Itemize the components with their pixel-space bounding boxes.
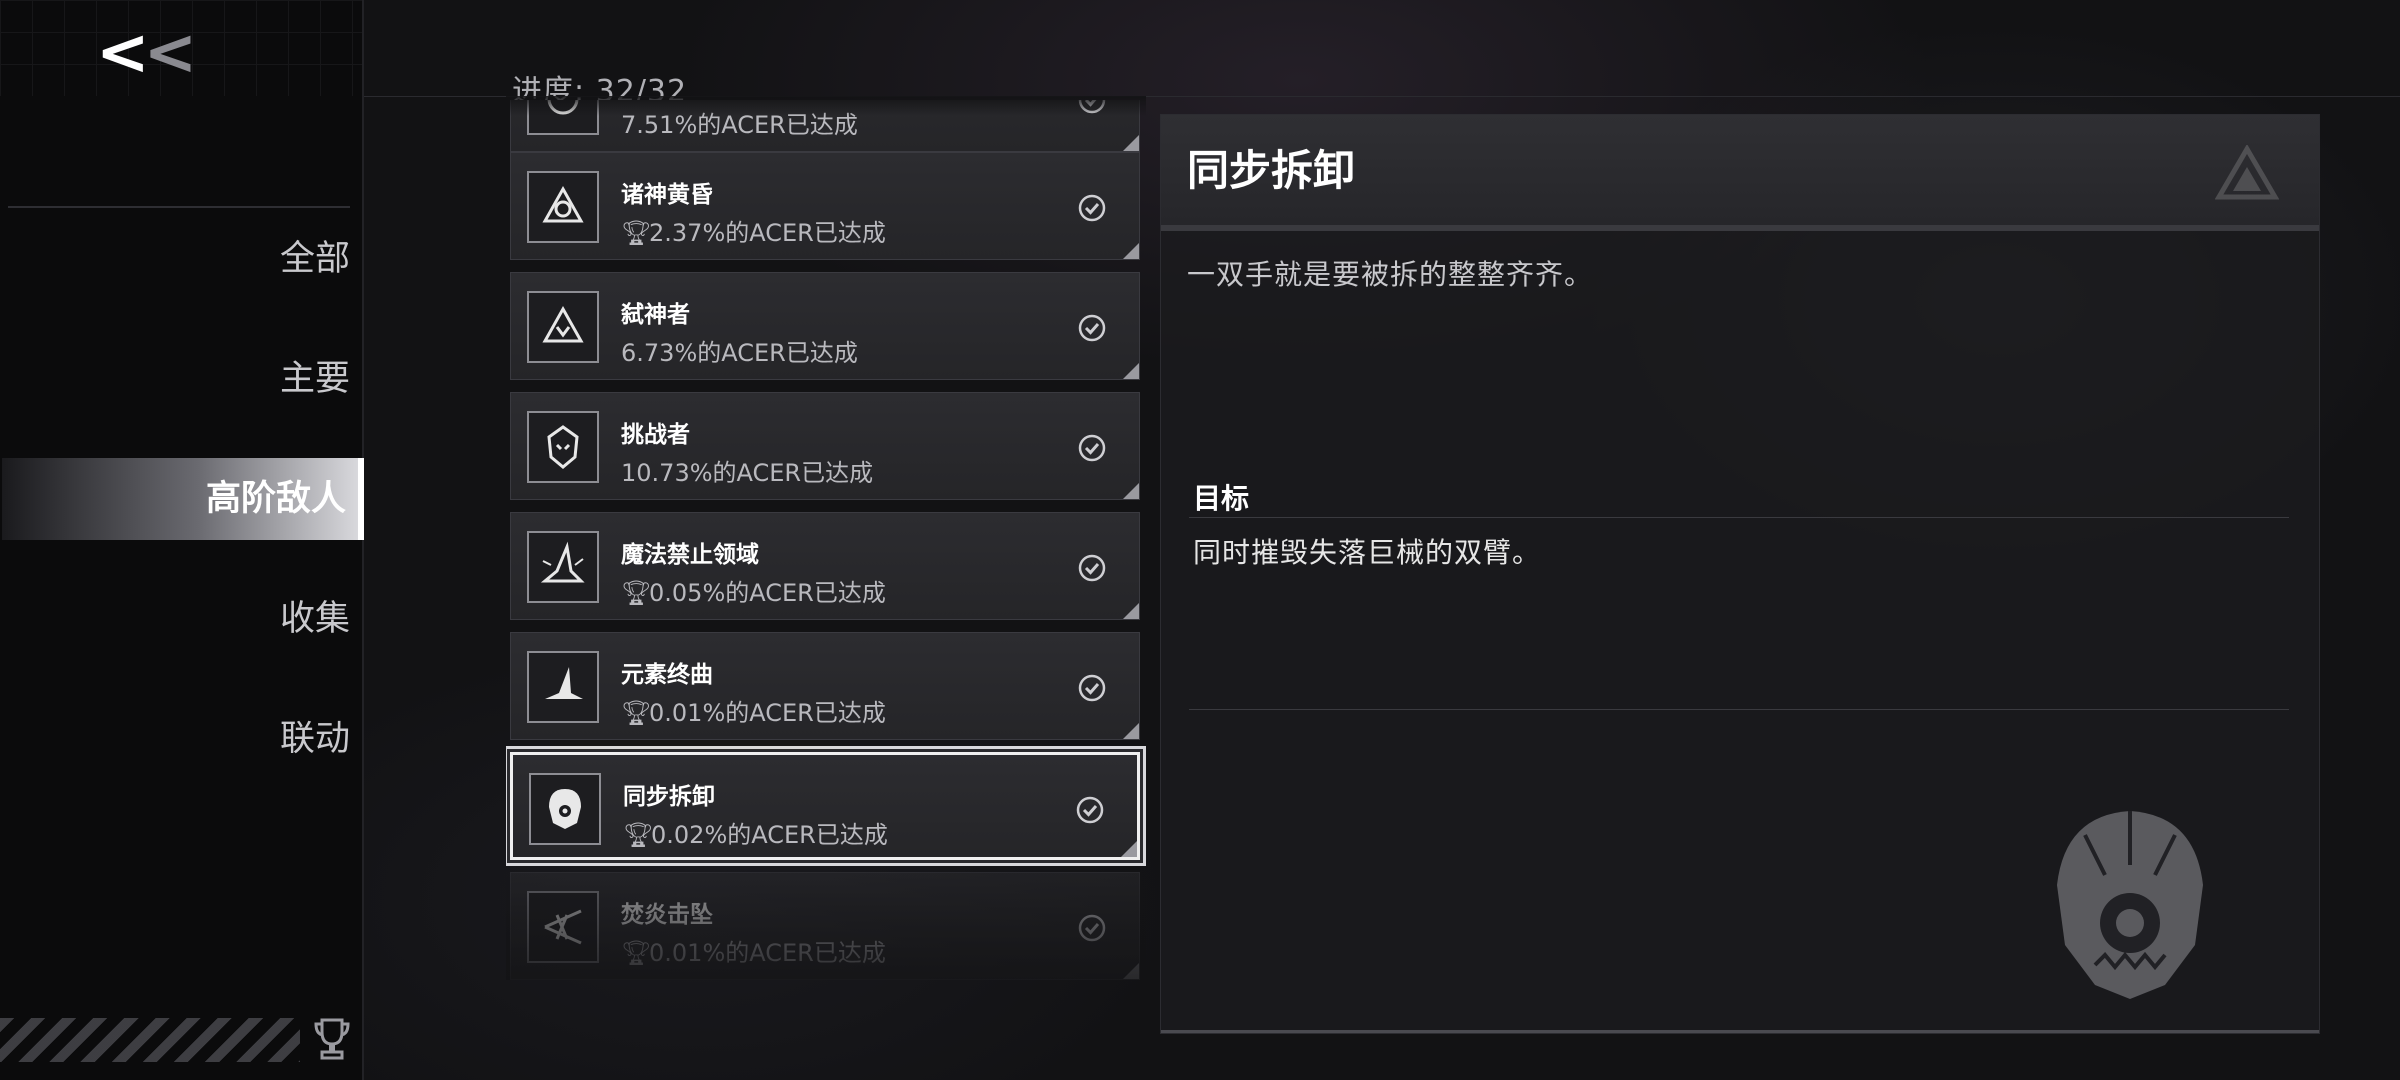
achievement-title: 挑战者 [621,422,690,448]
flame-emblem-icon [527,891,599,963]
achievement-percentage-text: 0.01%的ACER已达成 [649,939,886,967]
achievement-percentage: 🏆︎2.37%的ACER已达成 [621,213,886,248]
achievement-percentage-text: 2.37%的ACER已达成 [649,219,886,247]
sidebar-divider [8,206,350,208]
hatch-decoration [0,1018,300,1062]
sidebar: << 全部 主要 高阶敌人 收集 联动 [0,0,364,1080]
back-chevron-icon: < [96,16,150,90]
achievement-percentage: 🏆︎0.05%的ACER已达成 [621,573,886,608]
sidebar-item-main[interactable]: 主要 [0,338,362,420]
goal-divider [1189,517,2289,518]
sidebar-item-collection[interactable]: 收集 [0,578,362,660]
goal-label: 目标 [1193,482,1250,515]
achievement-percentage: 10.73%的ACER已达成 [621,459,874,487]
small-trophy-icon: 🏆︎ [621,939,652,967]
goal-bottom-divider [1189,709,2289,710]
achievement-title: 魔法禁止领域 [621,542,759,568]
mech-head-icon [529,773,601,845]
achievement-card-selected[interactable]: 同步拆卸 🏆︎0.02%的ACER已达成 [510,752,1140,860]
achievement-title: 焚炎击坠 [621,902,713,928]
check-icon [1078,314,1106,342]
card-corner-decoration [1123,243,1139,259]
small-trophy-icon: 🏆︎ [621,699,652,727]
detail-title: 同步拆卸 [1187,146,1356,195]
achievement-title: 弑神者 [621,302,690,328]
achievement-percentage: 🏆︎0.01%的ACER已达成 [621,933,886,968]
trophy-icon [314,1018,350,1060]
card-corner-decoration [1123,963,1139,979]
achievement-title: 诸神黄昏 [621,182,713,208]
achievement-list[interactable]: 7.51%的ACER已达成 诸神黄昏 🏆︎2.37%的ACER已达成 弑神者 6… [506,100,1146,980]
back-button[interactable]: << [96,16,198,90]
sidebar-item-all[interactable]: 全部 [0,218,362,300]
achievement-percentage-text: 0.01%的ACER已达成 [649,699,886,727]
mech-head-icon [2057,811,2203,999]
list-top-fade [506,96,1146,116]
logo-icon [2215,145,2279,200]
achievement-card[interactable]: 焚炎击坠 🏆︎0.01%的ACER已达成 [510,872,1140,980]
achievement-percentage: 6.73%的ACER已达成 [621,339,858,367]
witch-hat-icon [527,651,599,723]
achievement-title: 同步拆卸 [623,784,715,810]
card-corner-decoration [1123,135,1139,151]
card-corner-decoration [1123,363,1139,379]
achievement-title: 元素终曲 [621,662,713,688]
card-corner-decoration [1123,723,1139,739]
achievement-percentage: 🏆︎0.02%的ACER已达成 [623,815,888,850]
check-icon [1078,434,1106,462]
card-corner-decoration [1121,841,1137,857]
achievement-percentage-text: 0.02%的ACER已达成 [651,821,888,849]
check-icon [1078,194,1106,222]
back-chevron-secondary-icon: < [143,16,198,90]
detail-header: 同步拆卸 [1161,115,2319,231]
sidebar-item-elite-enemies[interactable]: 高阶敌人 [2,458,364,540]
detail-description: 一双手就是要被拆的整整齐齐。 [1187,258,1594,291]
check-icon [1078,554,1106,582]
small-trophy-icon: 🏆︎ [621,579,652,607]
check-icon [1078,914,1106,942]
achievement-card[interactable]: 魔法禁止领域 🏆︎0.05%的ACER已达成 [510,512,1140,620]
achievement-card[interactable]: 弑神者 6.73%的ACER已达成 [510,272,1140,380]
small-trophy-icon: 🏆︎ [623,821,654,849]
check-icon [1076,796,1104,824]
achievement-detail-panel: 同步拆卸 一双手就是要被拆的整整齐齐。 目标 同时摧毁失落巨械的双臂。 [1160,114,2320,1034]
triangle-emblem-icon [527,291,599,363]
card-corner-decoration [1123,483,1139,499]
triangle-emblem-icon [527,171,599,243]
goal-text: 同时摧毁失落巨械的双臂。 [1193,536,1542,569]
check-icon [1078,674,1106,702]
detail-bottom-bar [1161,1030,2319,1033]
small-trophy-icon: 🏆︎ [621,219,652,247]
achievement-card[interactable]: 诸神黄昏 🏆︎2.37%的ACER已达成 [510,152,1140,260]
card-corner-decoration [1123,603,1139,619]
achievement-card[interactable]: 挑战者 10.73%的ACER已达成 [510,392,1140,500]
achievement-percentage: 🏆︎0.01%的ACER已达成 [621,693,886,728]
achievement-percentage-text: 0.05%的ACER已达成 [649,579,886,607]
witch-hat-broken-icon [527,531,599,603]
mask-emblem-icon [527,411,599,483]
achievement-card[interactable]: 元素终曲 🏆︎0.01%的ACER已达成 [510,632,1140,740]
sidebar-item-collab[interactable]: 联动 [0,698,362,780]
